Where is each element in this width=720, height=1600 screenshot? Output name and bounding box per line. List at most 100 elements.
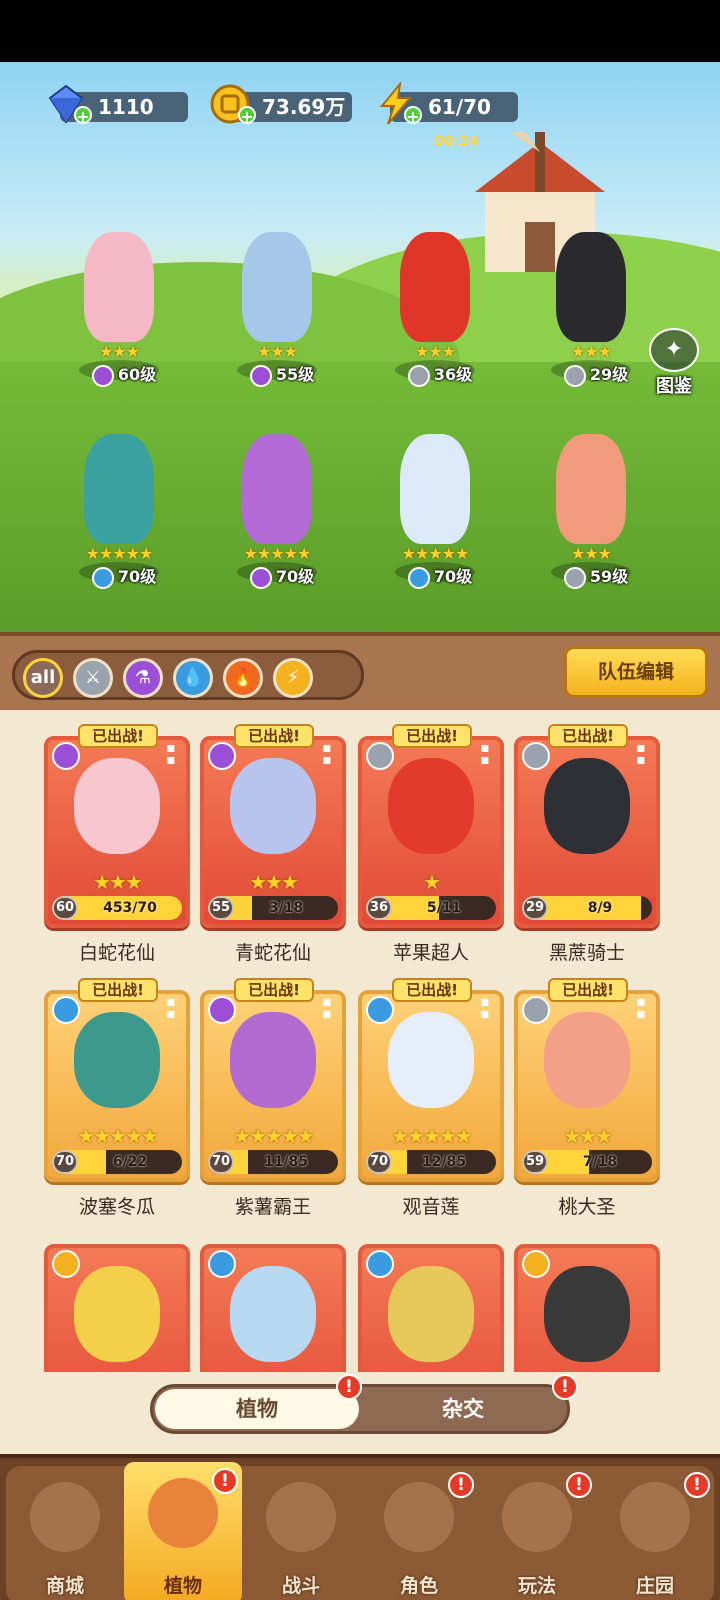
plant-card[interactable]: 已出战! ▪ ▪ ★★★★★ 70 11/85 [200, 978, 346, 1182]
deployed-badge: 已出战! [392, 978, 472, 1002]
add-energy-icon[interactable]: + [404, 106, 422, 125]
shard-count: 8/9 [587, 900, 613, 916]
plant-portrait [388, 1012, 474, 1108]
scene-hero[interactable]: ★★★ 59级 [536, 434, 646, 589]
plant-portrait [388, 1266, 474, 1362]
plant-name: 波塞冬瓜 [78, 1196, 155, 1218]
plant-portrait [230, 1012, 316, 1108]
nav-tab[interactable]: 角色! [360, 1466, 478, 1600]
tab-hybrid[interactable]: 杂交 [363, 1389, 563, 1429]
hero-stars: ★★★★★ [243, 544, 312, 563]
card-level: 55 [208, 896, 234, 920]
plant-card[interactable] [358, 1232, 504, 1372]
add-gold-icon[interactable]: + [238, 106, 256, 125]
plant-card[interactable] [514, 1232, 660, 1372]
slot-indicator-icon: ▪ ▪ [322, 994, 332, 1022]
nav-tab[interactable]: 玩法! [478, 1466, 596, 1600]
alert-icon: ! [448, 1472, 474, 1498]
plant-card[interactable] [200, 1232, 346, 1372]
hero-stars: ★★★ [256, 342, 298, 361]
bolt-element-icon [522, 1250, 550, 1278]
slot-indicator-icon: ▪ ▪ [166, 994, 176, 1022]
card-level: 29 [522, 896, 548, 920]
gem-counter[interactable]: + 1110 [48, 84, 188, 125]
shard-progress-bar: 29 8/9 [522, 896, 652, 920]
energy-counter[interactable]: + 61/70 [379, 82, 518, 125]
plant-card[interactable]: 已出战! ▪ ▪ ★★★ 59 7/18 [514, 978, 660, 1182]
filter-sword-icon[interactable]: ⚔ [73, 658, 113, 698]
shard-count: 453/70 [103, 900, 157, 916]
hero-level-text: 70级 [275, 567, 315, 586]
tab-plants[interactable]: 植物 [155, 1389, 359, 1429]
scene-hero[interactable]: ★★★ 36级 [380, 232, 490, 387]
plant-card[interactable]: 已出战! ▪ ▪ ★★★★★ 70 12/85 [358, 978, 504, 1182]
card-level: 36 [366, 896, 392, 920]
plant-portrait [388, 758, 474, 854]
scene-hero[interactable]: ★★★ 29级 [536, 232, 646, 387]
scene-hero[interactable]: ★★★★★ 70级 [380, 434, 490, 589]
purple-element-icon [208, 742, 236, 770]
shard-progress-bar: 70 12/85 [366, 1150, 496, 1174]
hero-stars: ★★★ [98, 342, 140, 361]
hero-stars: ★★★ [414, 342, 456, 361]
hero-portrait [556, 232, 626, 342]
deployed-badge: 已出战! [78, 724, 158, 748]
plant-portrait [544, 758, 630, 854]
sword-element-icon [522, 996, 550, 1024]
nav-tab[interactable]: 植物! [124, 1462, 242, 1600]
shard-count: 3/18 [268, 900, 304, 916]
scene-hero[interactable]: ★★★ 55级 [222, 232, 332, 387]
water-element-icon [366, 996, 394, 1024]
slot-indicator-icon: ▪ ▪ [636, 994, 646, 1022]
status-bar [0, 0, 720, 62]
sword-element-icon [563, 566, 586, 589]
card-level: 70 [208, 1150, 234, 1174]
plant-card[interactable]: 已出战! ▪ ▪ ★★★ 60 453/70 [44, 724, 190, 928]
bottom-nav: 商城 植物! 战斗 角色! 玩法! 庄园! [0, 1454, 720, 1600]
energy-count: 61/70 [428, 95, 491, 119]
nav-tab[interactable]: 庄园! [596, 1466, 714, 1600]
hero-level-text: 36级 [433, 365, 473, 384]
team-edit-button[interactable]: 队伍编辑 [564, 646, 708, 698]
hero-scene: 00:24 ★★★ 60级 ★★★ 55级 ★★★ 36级 ★★★ 29级 ★★★★★ 70级 ★★… [0, 62, 720, 632]
hero-level-text: 70级 [433, 567, 473, 586]
slot-indicator-icon: ▪ ▪ [480, 994, 490, 1022]
plant-portrait [74, 1012, 160, 1108]
scene-hero[interactable]: ★★★★★ 70级 [222, 434, 332, 589]
plant-name: 黑蔗骑士 [548, 942, 625, 964]
add-gems-icon[interactable]: + [74, 106, 92, 125]
deployed-badge: 已出战! [234, 978, 314, 1002]
gold-counter[interactable]: + 73.69万 [210, 84, 352, 125]
plant-card[interactable]: 已出战! ▪ ▪ ★ 36 5/11 [358, 724, 504, 928]
shard-progress-bar: 70 11/85 [208, 1150, 338, 1174]
scene-hero[interactable]: ★★★★★ 70级 [64, 434, 174, 589]
hero-stars: ★★★ [570, 544, 612, 563]
filter-all-button[interactable]: all [23, 658, 63, 698]
filter-fire-icon[interactable]: 🔥 [223, 658, 263, 698]
nav-tab-label: 商城 [45, 1575, 84, 1597]
nav-tab[interactable]: 战斗 [242, 1466, 360, 1600]
nav-tab[interactable]: 商城 [6, 1466, 124, 1600]
game-screen: 00:24 ★★★ 60级 ★★★ 55级 ★★★ 36级 ★★★ 29级 ★★★★★ 70级 ★★… [0, 0, 720, 1600]
album-button[interactable]: ✦ 图鉴 [644, 328, 704, 397]
nav-tab-icon [30, 1482, 100, 1552]
card-stars: ★★★ [249, 870, 299, 894]
filter-water-icon[interactable]: 💧 [173, 658, 213, 698]
purple-element-icon [91, 364, 114, 387]
hero-level: 36级 [390, 362, 490, 388]
hero-portrait [242, 232, 312, 342]
nav-tab-icon [148, 1478, 218, 1548]
plant-name: 观音莲 [402, 1196, 460, 1218]
plant-card[interactable]: 已出战! ▪ ▪ 29 8/9 [514, 724, 660, 928]
nav-tab-label: 战斗 [281, 1575, 320, 1597]
filter-potion-icon[interactable]: ⚗ [123, 658, 163, 698]
scene-hero[interactable]: ★★★ 60级 [64, 232, 174, 387]
plant-portrait [230, 1266, 316, 1362]
plant-card[interactable] [44, 1232, 190, 1372]
filter-lightning-icon[interactable]: ⚡ [273, 658, 313, 698]
shard-progress-bar: 60 453/70 [52, 896, 182, 920]
plant-card[interactable]: 已出战! ▪ ▪ ★★★★★ 70 6/22 [44, 978, 190, 1182]
nav-inner: 商城 植物! 战斗 角色! 玩法! 庄园! [6, 1462, 714, 1600]
deployed-badge: 已出战! [548, 724, 628, 748]
plant-card[interactable]: 已出战! ▪ ▪ ★★★ 55 3/18 [200, 724, 346, 928]
